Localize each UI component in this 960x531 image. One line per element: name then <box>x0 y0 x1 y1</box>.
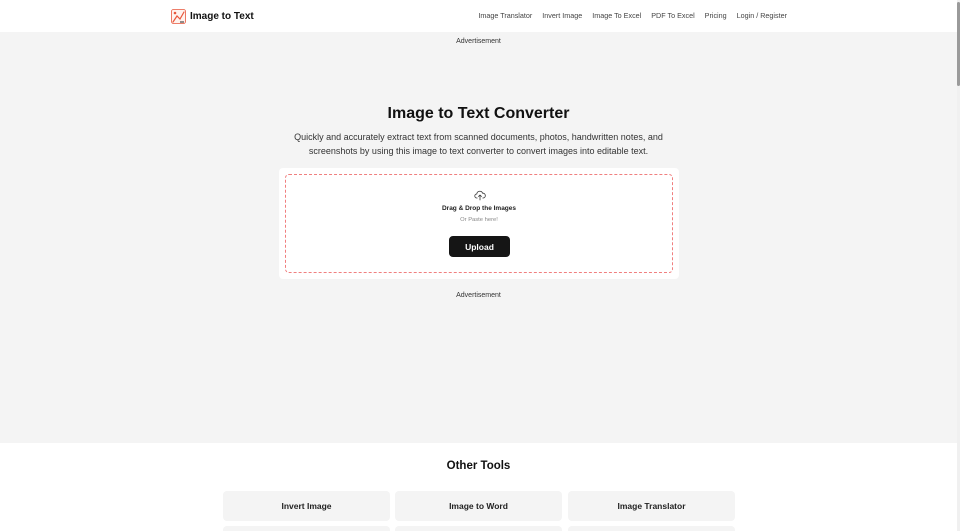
nav-pricing[interactable]: Pricing <box>705 11 727 20</box>
other-tools-title: Other Tools <box>446 460 511 472</box>
nav-invert-image[interactable]: Invert Image <box>542 11 582 20</box>
nav-login-register[interactable]: Login / Register <box>737 11 787 20</box>
logo-link[interactable]: Image to Text <box>171 8 254 24</box>
nav-pdf-to-excel[interactable]: PDF To Excel <box>651 11 694 20</box>
drag-drop-text: Drag & Drop the Images <box>441 205 517 212</box>
tool-card-row2-2[interactable] <box>395 526 562 531</box>
logo-text: Image to Text <box>190 10 254 22</box>
tool-card-image-translator[interactable]: Image Translator <box>568 491 735 521</box>
advertisement-label-bottom: Advertisement <box>456 292 501 299</box>
tool-card-row2-3[interactable] <box>568 526 735 531</box>
page-subtitle: Quickly and accurately extract text from… <box>294 132 663 156</box>
hero-section: Advertisement Image to Text Converter Qu… <box>0 32 957 443</box>
cloud-upload-icon <box>474 190 486 201</box>
nav-image-translator[interactable]: Image Translator <box>478 11 532 20</box>
page-title: Image to Text Converter <box>387 105 570 122</box>
upload-button[interactable]: Upload <box>449 236 510 257</box>
image-to-text-logo-icon <box>171 8 186 24</box>
tool-card-invert-image[interactable]: Invert Image <box>223 491 390 521</box>
site-header: Image to Text Image Translator Invert Im… <box>0 0 957 32</box>
upload-card: Drag & Drop the Images Or Paste here! Up… <box>279 168 679 279</box>
tool-card-image-to-word[interactable]: Image to Word <box>395 491 562 521</box>
main-nav: Image Translator Invert Image Image To E… <box>478 11 787 20</box>
nav-image-to-excel[interactable]: Image To Excel <box>592 11 641 20</box>
paste-hint-text: Or Paste here! <box>460 217 498 223</box>
advertisement-label-top: Advertisement <box>456 38 501 45</box>
dropzone[interactable]: Drag & Drop the Images Or Paste here! Up… <box>285 174 673 273</box>
tool-card-row2-1[interactable] <box>223 526 390 531</box>
